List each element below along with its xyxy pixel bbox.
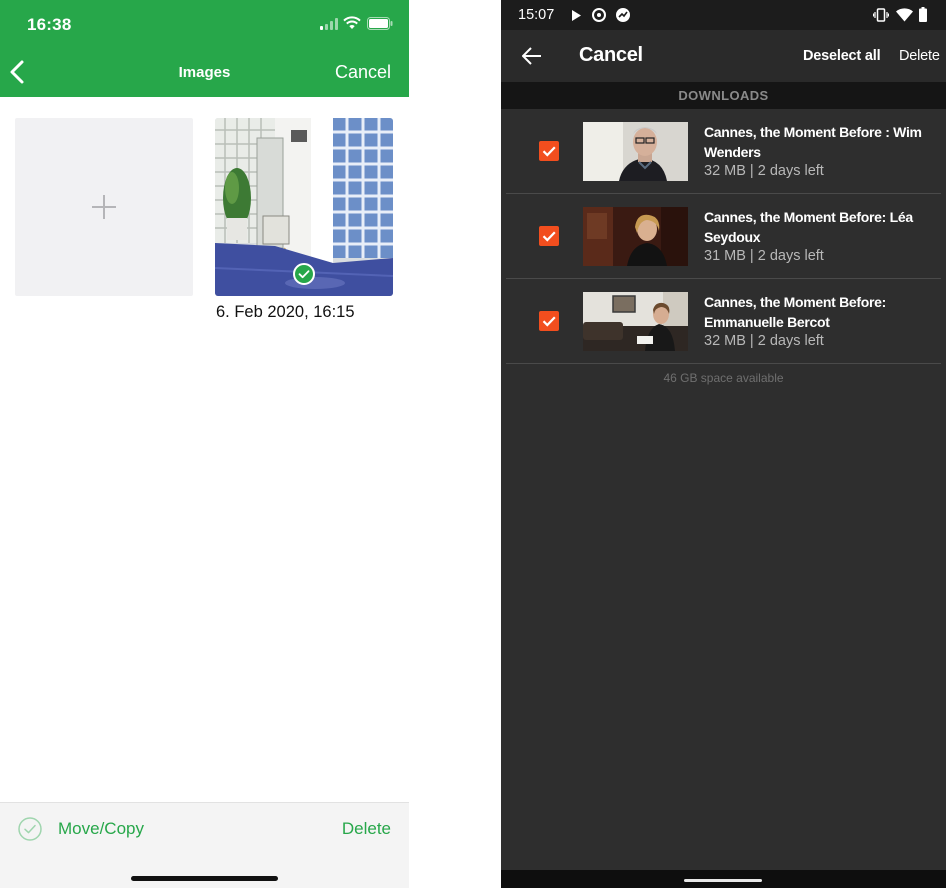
system-nav-bar xyxy=(501,870,946,888)
download-item[interactable]: Cannes, the Moment Before: Emmanuelle Be… xyxy=(506,279,941,364)
status-time: 16:38 xyxy=(27,15,72,34)
wifi-icon xyxy=(896,8,913,22)
status-bar: 15:07 xyxy=(501,0,946,30)
item-meta: 31 MB | 2 days left xyxy=(704,248,824,264)
item-meta: 32 MB | 2 days left xyxy=(704,333,824,349)
bottom-toolbar: Move/Copy Delete xyxy=(0,802,409,888)
back-arrow-icon[interactable] xyxy=(522,47,542,65)
notification-icon-2 xyxy=(616,8,630,22)
android-screen: 15:07 Cancel Deselect all Delete DOWNLOA… xyxy=(501,0,946,888)
item-title: Cannes, the Moment Before: Emmanuelle Be… xyxy=(704,294,887,330)
item-meta: 32 MB | 2 days left xyxy=(704,163,824,179)
item-title: Cannes, the Moment Before: Léa Seydoux xyxy=(704,209,913,245)
play-icon xyxy=(572,10,581,21)
deselect-all-button[interactable]: Deselect all xyxy=(803,48,881,64)
notification-icon xyxy=(592,8,606,22)
signal-icon xyxy=(320,18,338,30)
item-title: Cannes, the Moment Before : Wim Wenders xyxy=(704,124,922,160)
checkbox-checked-icon[interactable] xyxy=(539,226,559,246)
page-title[interactable]: Cancel xyxy=(579,44,643,67)
circle-check-icon[interactable] xyxy=(18,817,42,841)
delete-button[interactable]: Delete xyxy=(342,819,391,839)
battery-icon xyxy=(367,17,393,30)
checkbox-checked-icon[interactable] xyxy=(539,141,559,161)
delete-button[interactable]: Delete xyxy=(899,48,940,64)
status-time: 15:07 xyxy=(518,7,555,23)
ios-screen: 16:38 Images Cancel 6. Feb 2020, 16:15 M… xyxy=(0,0,409,888)
plus-icon xyxy=(92,195,116,219)
video-thumbnail xyxy=(583,207,688,266)
wifi-icon xyxy=(343,16,361,29)
home-indicator xyxy=(131,876,278,881)
cancel-button[interactable]: Cancel xyxy=(335,62,391,83)
video-thumbnail xyxy=(583,122,688,181)
image-date-caption: 6. Feb 2020, 16:15 xyxy=(216,303,355,321)
download-item[interactable]: Cannes, the Moment Before: Léa Seydoux 3… xyxy=(506,194,941,279)
checkbox-checked-icon[interactable] xyxy=(539,311,559,331)
add-image-button[interactable] xyxy=(15,118,193,296)
nav-bar: 16:38 Images Cancel xyxy=(0,0,409,97)
home-indicator[interactable] xyxy=(684,879,762,882)
vibrate-icon xyxy=(873,8,889,22)
download-item[interactable]: Cannes, the Moment Before : Wim Wenders … xyxy=(506,109,941,194)
battery-icon xyxy=(919,7,927,22)
move-copy-button[interactable]: Move/Copy xyxy=(58,819,144,839)
checkmark-badge-icon xyxy=(293,263,315,285)
app-bar: Cancel Deselect all Delete xyxy=(501,30,946,82)
space-available-text: 46 GB space available xyxy=(663,371,784,385)
video-thumbnail xyxy=(583,292,688,351)
section-header: DOWNLOADS xyxy=(501,82,946,109)
